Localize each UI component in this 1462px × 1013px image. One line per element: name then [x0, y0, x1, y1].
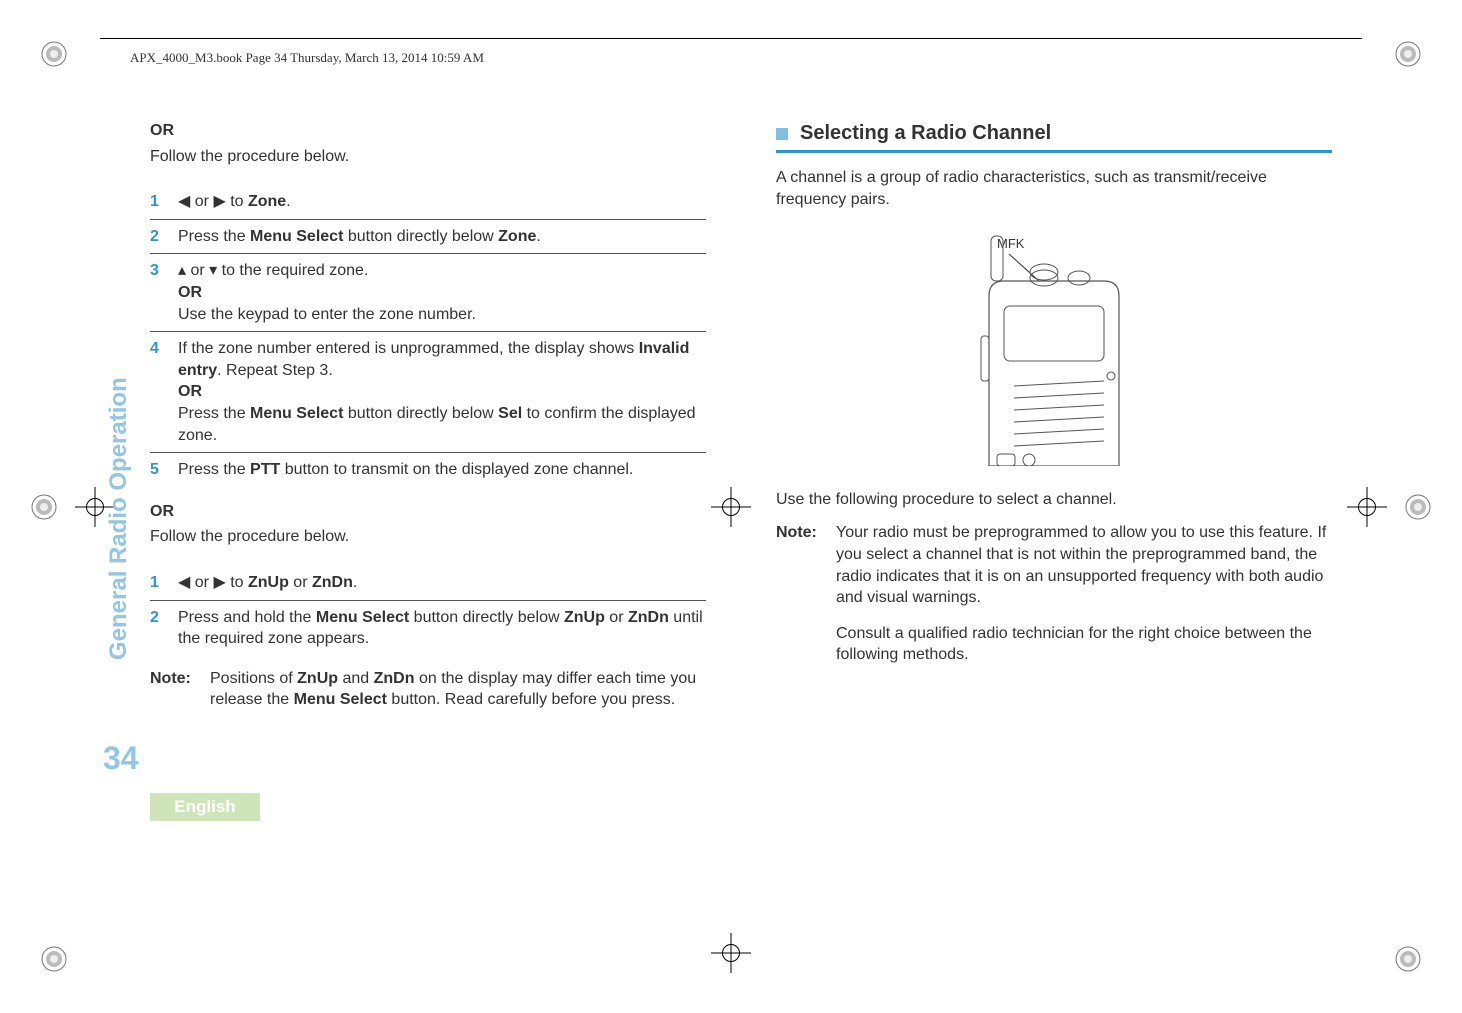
registration-mark-icon	[40, 945, 68, 973]
step-number: 4	[150, 338, 178, 360]
note-body: Your radio must be preprogrammed to allo…	[836, 522, 1332, 666]
nav-up-icon: ▴	[178, 262, 186, 279]
registration-mark-icon	[1394, 40, 1422, 68]
step-body: Press the PTT button to transmit on the …	[178, 459, 706, 481]
zone-label: Zone	[248, 193, 286, 210]
nav-right-icon: ▶	[213, 193, 225, 210]
heading-square-icon	[776, 128, 788, 140]
page-content: OR Follow the procedure below. 1 ◀ or ▶ …	[150, 120, 1332, 893]
registration-mark-icon	[40, 40, 68, 68]
nav-left-icon: ◀	[178, 193, 190, 210]
crosshair-icon	[711, 933, 751, 973]
step-row: 2 Press and hold the Menu Select button …	[150, 601, 706, 656]
registration-mark-icon	[1404, 493, 1432, 521]
registration-mark-icon	[30, 493, 58, 521]
step-body: Press the Menu Select button directly be…	[178, 226, 706, 248]
step-number: 2	[150, 607, 178, 629]
step-row: 4 If the zone number entered is unprogra…	[150, 332, 706, 453]
heading-text: Selecting a Radio Channel	[800, 120, 1051, 147]
or-label: OR	[150, 501, 706, 523]
step-row: 5 Press the PTT button to transmit on th…	[150, 453, 706, 487]
follow-text: Follow the procedure below.	[150, 146, 706, 168]
step-number: 2	[150, 226, 178, 248]
note-block: Note: Positions of ZnUp and ZnDn on the …	[150, 668, 706, 711]
step-number: 5	[150, 459, 178, 481]
follow-text: Follow the procedure below.	[150, 526, 706, 548]
registration-mark-icon	[1394, 945, 1422, 973]
section-heading: Selecting a Radio Channel	[776, 120, 1332, 147]
step-number: 1	[150, 191, 178, 213]
right-column: Selecting a Radio Channel A channel is a…	[776, 120, 1332, 893]
header-rule	[100, 38, 1362, 39]
nav-down-icon: ▾	[209, 262, 217, 279]
intro-text: A channel is a group of radio characteri…	[776, 167, 1332, 210]
nav-left-icon: ◀	[178, 574, 190, 591]
side-tab: General Radio Operation	[108, 360, 148, 660]
note-label: Note:	[150, 668, 210, 711]
nav-right-icon: ▶	[213, 574, 225, 591]
heading-rule	[776, 150, 1332, 153]
mfk-label: MFK	[997, 236, 1025, 251]
radio-figure: MFK	[776, 226, 1332, 473]
or-label: OR	[150, 120, 706, 142]
page-number: 34	[103, 740, 139, 777]
step-row: 1 ◀ or ▶ to ZnUp or ZnDn.	[150, 566, 706, 601]
note-block: Note: Your radio must be preprogrammed t…	[776, 522, 1332, 666]
step-body: ▴ or ▾ to the required zone. OR Use the …	[178, 260, 706, 325]
side-tab-label: General Radio Operation	[105, 360, 133, 660]
step-number: 3	[150, 260, 178, 282]
step-number: 1	[150, 572, 178, 594]
page-header-text: APX_4000_M3.book Page 34 Thursday, March…	[130, 50, 484, 66]
step-body: If the zone number entered is unprogramm…	[178, 338, 706, 446]
step-row: 1 ◀ or ▶ to Zone.	[150, 185, 706, 220]
step-row: 3 ▴ or ▾ to the required zone. OR Use th…	[150, 254, 706, 332]
procedure-text: Use the following procedure to select a …	[776, 489, 1332, 511]
crosshair-icon	[1347, 487, 1387, 527]
note-body: Positions of ZnUp and ZnDn on the displa…	[210, 668, 706, 711]
step-row: 2 Press the Menu Select button directly …	[150, 220, 706, 255]
left-column: OR Follow the procedure below. 1 ◀ or ▶ …	[150, 120, 706, 893]
step-body: Press and hold the Menu Select button di…	[178, 607, 706, 650]
step-body: ◀ or ▶ to ZnUp or ZnDn.	[178, 572, 706, 594]
step-body: ◀ or ▶ to Zone.	[178, 191, 706, 213]
note-label: Note:	[776, 522, 836, 666]
